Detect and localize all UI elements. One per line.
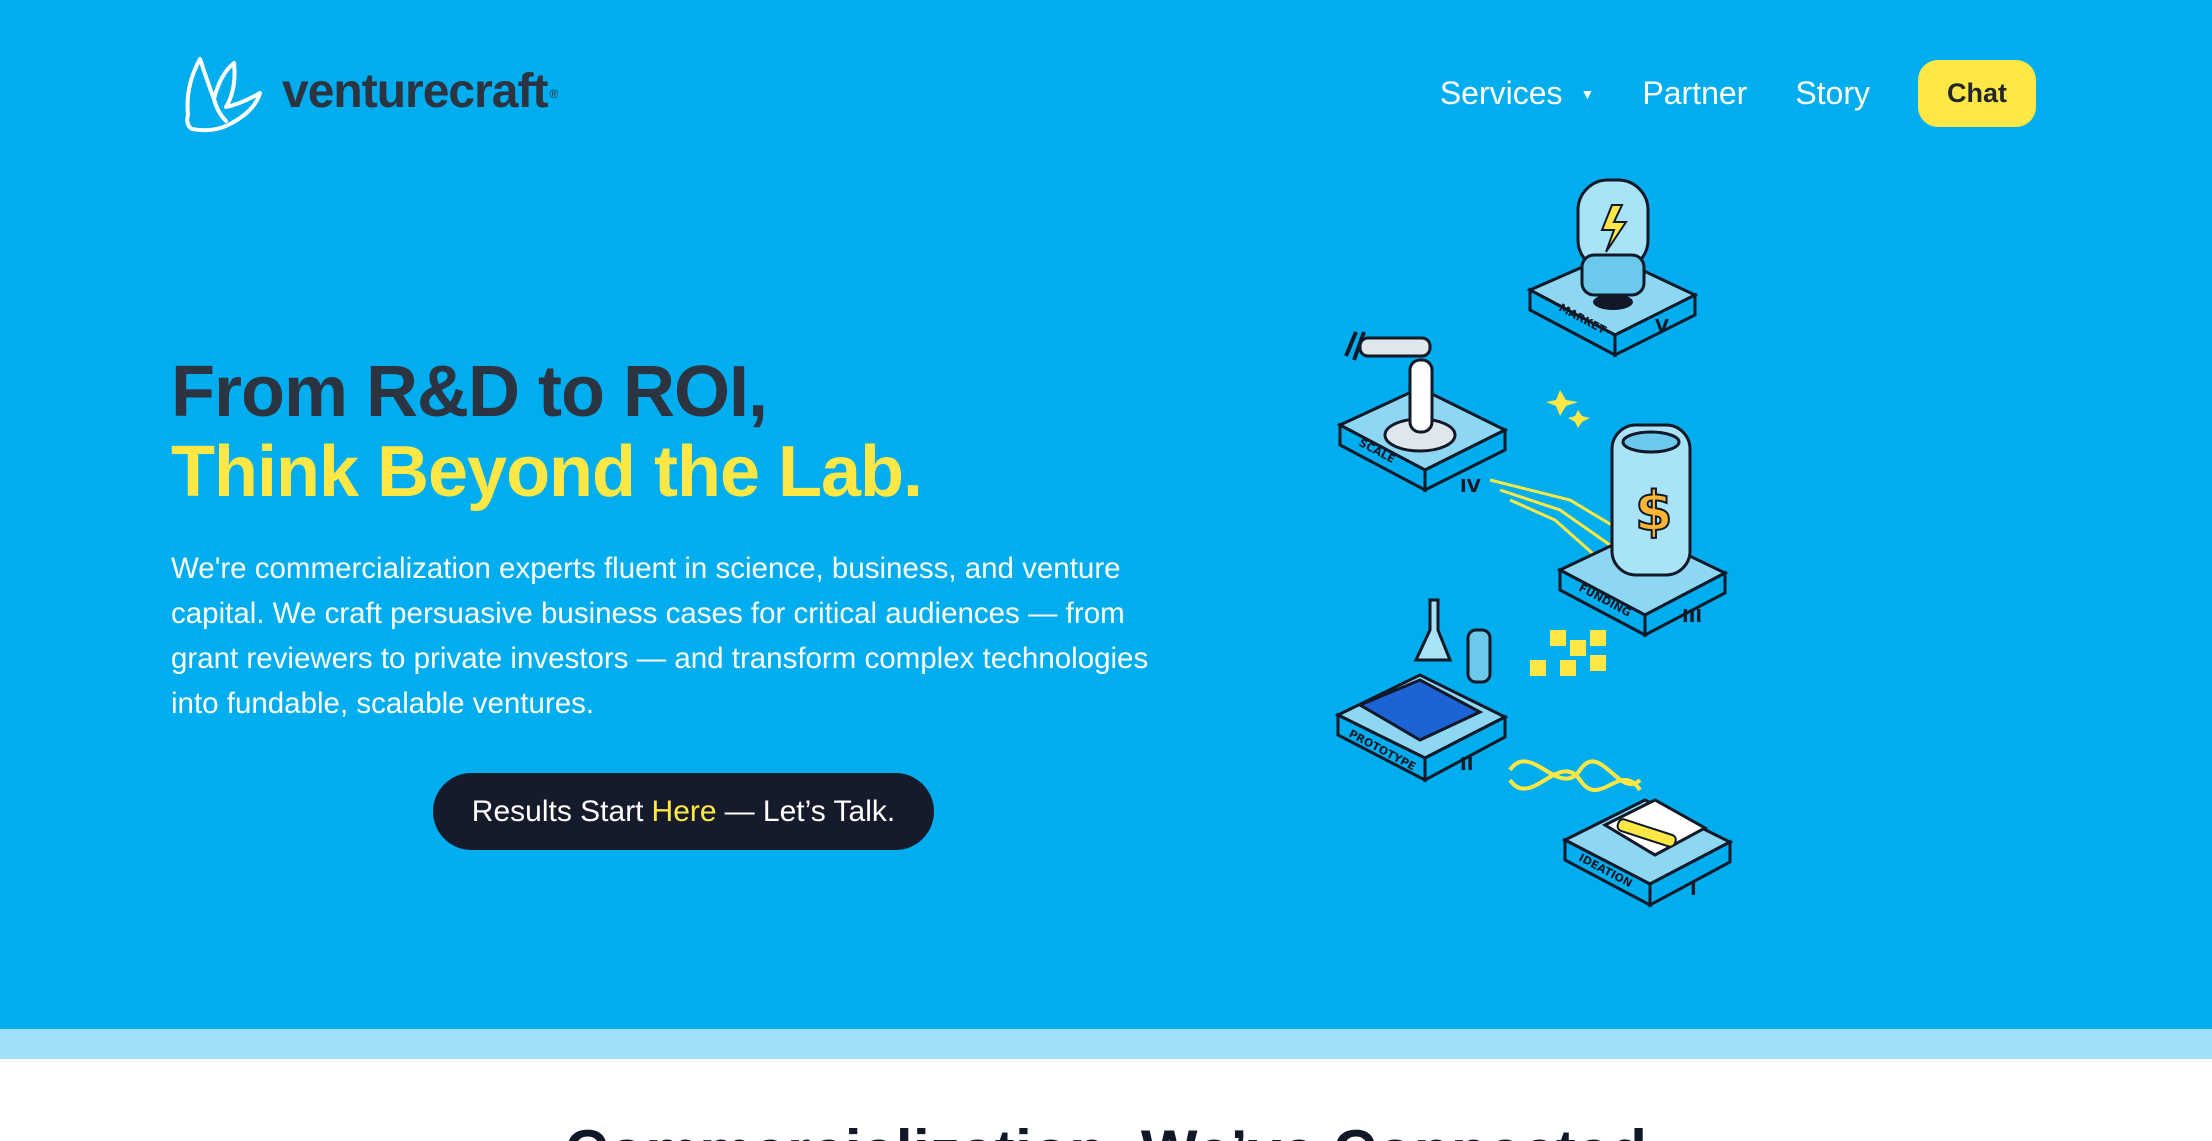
hero-lead-paragraph: We're commercialization experts fluent i… [171, 552, 1149, 720]
platform-funding: $ FUNDING III [1556, 423, 1729, 638]
platform-funding-numeral: III [1682, 606, 1702, 627]
headline-line-2: Think Beyond the Lab. [171, 432, 923, 512]
section-heading: Commercialization, We’ve Connected [0, 1117, 2212, 1141]
main-nav: Services ▼ Partner Story Chat [1392, 60, 2036, 127]
dna-connector-icon [1508, 759, 1642, 792]
pixel-connector-icon [1530, 630, 1606, 676]
cta-text-part1: Results Start [471, 794, 644, 828]
nav-partner[interactable]: Partner [1642, 75, 1747, 112]
nav-services-label: Services [1439, 75, 1563, 111]
nav-story-label: Story [1795, 75, 1870, 111]
nav-partner-label: Partner [1642, 75, 1748, 111]
platform-ideation: IDEATION I [1561, 798, 1734, 908]
bird-logo-icon [185, 57, 262, 133]
lightbulb-robot-icon [1576, 178, 1650, 310]
caret-down-icon: ▼ [1580, 85, 1595, 102]
platform-market-numeral: V [1655, 316, 1669, 337]
logo[interactable]: venturecraft ® [180, 55, 558, 133]
circuit-connector-icon [1489, 478, 1621, 562]
platform-ideation-numeral: I [1690, 879, 1697, 900]
platform-prototype: PROTOTYPE II [1334, 598, 1509, 783]
sparkle-icons [1546, 390, 1590, 428]
nav-services[interactable]: Services ▼ [1440, 75, 1595, 112]
venture-stages-illustration: MARKET V SCALE IV $ FUNDING III PROTOTYP… [1334, 178, 1734, 908]
headline-line-1: From R&D to ROI, [171, 352, 768, 432]
cta-text-highlight: Here [651, 794, 717, 828]
hero-headline: From R&D to ROI, Think Beyond the Lab. [171, 352, 923, 512]
logo-text: venturecraft [282, 64, 548, 118]
below-fold-section: Commercialization, We’ve Connected [0, 1059, 2212, 1141]
svg-text:$: $ [1635, 480, 1673, 543]
nav-story[interactable]: Story [1795, 75, 1870, 112]
chat-button[interactable]: Chat [1918, 60, 2036, 127]
cta-text-part2: — Let’s Talk. [724, 794, 896, 828]
platform-prototype-numeral: II [1460, 754, 1473, 775]
cta-button[interactable]: Results Start Here — Let’s Talk. [433, 773, 934, 850]
platform-scale-numeral: IV [1460, 476, 1481, 497]
platform-scale: SCALE IV [1336, 331, 1509, 497]
platform-market: MARKET V [1526, 178, 1699, 358]
dollar-capsule-icon: $ [1610, 423, 1692, 577]
hero-section [0, 0, 2212, 1029]
hero-bottom-strip [0, 1029, 2212, 1059]
logo-registered-mark: ® [549, 87, 559, 101]
